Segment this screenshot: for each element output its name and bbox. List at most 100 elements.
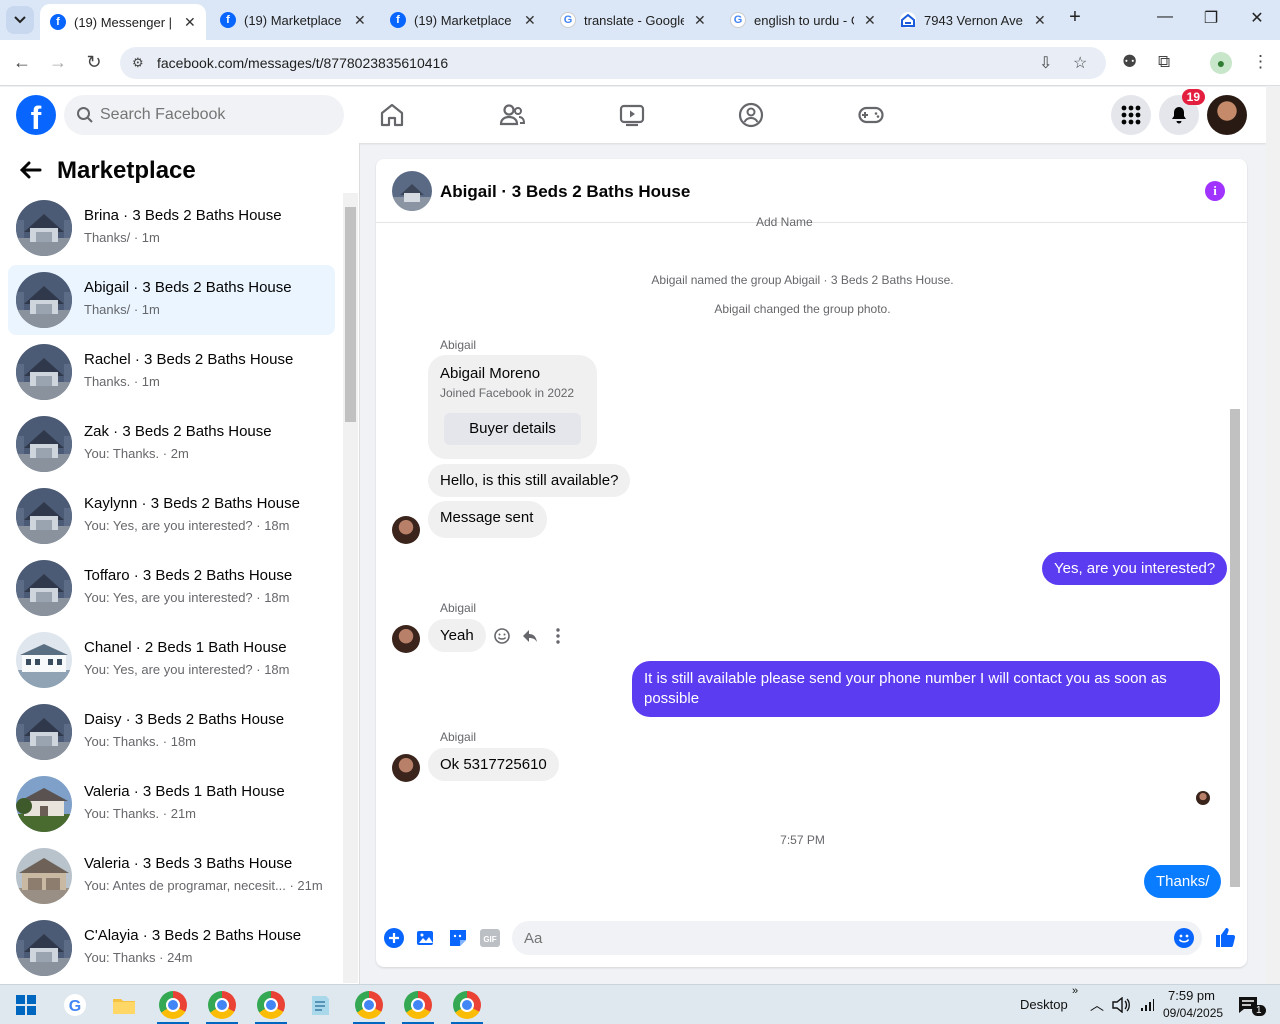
chrome-icon[interactable] — [257, 991, 285, 1019]
message-input-box[interactable] — [512, 921, 1202, 955]
chat-scrollbar[interactable] — [1228, 225, 1242, 907]
conversation-item[interactable]: Kaylynn · 3 Beds 2 Baths House You: Yes, … — [8, 481, 335, 551]
browser-tab-marketplace-1[interactable]: f (19) Marketplace - ✕ — [210, 4, 380, 36]
chrome-icon[interactable] — [159, 991, 187, 1019]
browser-tab-marketplace-2[interactable]: f (19) Marketplace - ✕ — [380, 4, 550, 36]
video-icon[interactable] — [618, 101, 646, 129]
bookmark-star-icon[interactable]: ☆ — [1073, 53, 1087, 73]
facebook-logo-icon[interactable]: f — [16, 95, 56, 135]
outgoing-message[interactable]: Yes, are you interested? — [1042, 552, 1228, 585]
groups-icon[interactable] — [737, 101, 765, 129]
conversation-item[interactable]: Chanel · 2 Beds 1 Bath House You: Yes, ar… — [8, 625, 335, 695]
gaming-icon[interactable] — [857, 101, 885, 129]
more-options-icon[interactable] — [551, 627, 565, 645]
back-arrow-icon[interactable]: ← — [10, 52, 34, 73]
gif-icon[interactable]: GIF — [479, 928, 501, 948]
conversation-item[interactable]: Brina · 3 Beds 2 Baths House Thanks/ · 1m — [8, 193, 335, 263]
close-tab-icon[interactable]: ✕ — [864, 12, 876, 29]
close-tab-icon[interactable]: ✕ — [694, 12, 706, 29]
extensions-puzzle-icon[interactable]: ⧉ — [1158, 52, 1170, 72]
conversation-item[interactable]: Abigail · 3 Beds 2 Baths House Thanks/ · … — [8, 265, 335, 335]
sender-avatar[interactable] — [392, 516, 420, 544]
close-tab-icon[interactable]: ✕ — [354, 12, 366, 29]
chat-title[interactable]: Abigail · 3 Beds 2 Baths House — [440, 182, 690, 202]
scrollbar-thumb[interactable] — [1230, 409, 1240, 887]
system-message: Abigail named the group Abigail · 3 Beds… — [651, 273, 954, 287]
sender-avatar[interactable] — [392, 625, 420, 653]
close-tab-icon[interactable]: ✕ — [1034, 12, 1046, 29]
desktop-toolbar-label[interactable]: Desktop — [1020, 997, 1068, 1012]
sender-avatar[interactable] — [392, 754, 420, 782]
browser-menu-icon[interactable]: ⋮ — [1252, 52, 1269, 72]
incoming-message[interactable]: Hello, is this still available? — [428, 464, 631, 497]
page-scrollbar[interactable] — [1266, 87, 1280, 984]
google-search-icon[interactable]: G — [61, 991, 89, 1019]
photo-icon[interactable] — [416, 928, 436, 948]
friends-icon[interactable] — [498, 101, 526, 129]
site-settings-icon[interactable]: ⚙ — [132, 55, 144, 71]
chrome-icon[interactable] — [453, 991, 481, 1019]
reload-icon[interactable]: ↻ — [82, 52, 106, 73]
conversation-item[interactable]: Valeria · 3 Beds 1 Bath House You: Thanks… — [8, 769, 335, 839]
browser-tab-english-urdu[interactable]: G english to urdu - G ✕ — [720, 4, 890, 36]
conversation-item[interactable]: Rachel · 3 Beds 2 Baths House Thanks. · 1… — [8, 337, 335, 407]
conversation-item[interactable]: C'Alayia · 3 Beds 2 Baths House You: Than… — [8, 913, 335, 983]
menu-grid-icon[interactable] — [1111, 95, 1151, 135]
incoming-message[interactable]: Ok 5317725610 — [428, 748, 559, 781]
chrome-icon[interactable] — [355, 991, 383, 1019]
outgoing-message[interactable]: Thanks/ — [1144, 865, 1222, 898]
search-input[interactable] — [100, 95, 330, 135]
home-icon[interactable] — [378, 101, 406, 129]
conversation-list-scrollbar[interactable] — [343, 193, 358, 983]
minimize-icon[interactable]: — — [1150, 8, 1180, 26]
browser-tab-zillow[interactable]: 7943 Vernon Ave, ✕ — [890, 4, 1060, 36]
address-bar[interactable]: ⚙ facebook.com/messages/t/87780238356104… — [120, 47, 1106, 79]
browser-tab-messenger[interactable]: f (19) Messenger | Fa ✕ — [40, 4, 206, 40]
close-tab-icon[interactable]: ✕ — [524, 12, 536, 29]
clock-time[interactable]: 7:59 pm — [1168, 988, 1215, 1003]
show-hidden-icons-icon[interactable]: ︿ — [1090, 995, 1104, 1015]
group-photo[interactable] — [392, 171, 432, 211]
new-tab-icon[interactable]: + — [1060, 6, 1090, 29]
file-explorer-icon[interactable] — [110, 991, 138, 1019]
scrollbar-thumb[interactable] — [345, 207, 356, 422]
profile-icon[interactable]: ● — [1210, 52, 1232, 74]
close-tab-icon[interactable]: ✕ — [184, 14, 196, 31]
clock-date[interactable]: 09/04/2025 — [1163, 1006, 1223, 1020]
sticker-icon[interactable] — [448, 928, 468, 948]
info-icon[interactable]: i — [1205, 181, 1225, 201]
conversation-name: Brina · 3 Beds 2 Baths House — [84, 207, 282, 224]
react-emoji-icon[interactable] — [493, 627, 511, 645]
toolbar-expand-icon[interactable]: » — [1072, 985, 1078, 997]
facebook-search[interactable] — [64, 95, 344, 135]
plus-circle-icon[interactable] — [384, 928, 404, 948]
message-input[interactable] — [524, 921, 1144, 955]
extension-robot-icon[interactable]: ⚉ — [1122, 52, 1137, 72]
conversation-item[interactable]: Daisy · 3 Beds 2 Baths House You: Thanks.… — [8, 697, 335, 767]
notepad-icon[interactable] — [306, 991, 334, 1019]
chrome-icon[interactable] — [208, 991, 236, 1019]
close-window-icon[interactable]: ✕ — [1242, 8, 1272, 28]
forward-arrow-icon[interactable]: → — [46, 52, 70, 73]
like-thumb-icon[interactable] — [1214, 926, 1236, 948]
conversation-item[interactable]: Toffaro · 3 Beds 2 Baths House You: Yes, … — [8, 553, 335, 623]
volume-icon[interactable] — [1112, 997, 1130, 1013]
network-icon[interactable] — [1139, 997, 1155, 1013]
browser-tab-translate[interactable]: G translate - Google ✕ — [550, 4, 720, 36]
outgoing-message[interactable]: It is still available please send your p… — [632, 661, 1220, 717]
incoming-message[interactable]: Yeah — [428, 619, 486, 652]
reply-icon[interactable] — [521, 627, 539, 645]
back-arrow-icon[interactable] — [19, 159, 42, 185]
install-app-icon[interactable]: ⇩ — [1039, 53, 1052, 73]
tab-search-chevron-icon[interactable] — [6, 6, 34, 34]
emoji-icon[interactable] — [1174, 928, 1194, 948]
notifications-bell-icon[interactable]: 19 — [1159, 89, 1205, 135]
buyer-details-button[interactable]: Buyer details — [444, 413, 581, 445]
conversation-item[interactable]: Valeria · 3 Beds 3 Baths House You: Antes… — [8, 841, 335, 911]
conversation-item[interactable]: Zak · 3 Beds 2 Baths House You: Thanks. ·… — [8, 409, 335, 479]
restore-icon[interactable]: ❐ — [1196, 8, 1226, 28]
chrome-icon[interactable] — [404, 991, 432, 1019]
windows-start-icon[interactable] — [12, 991, 40, 1019]
account-avatar[interactable] — [1207, 95, 1247, 135]
incoming-message[interactable]: Message sent — [428, 501, 548, 538]
